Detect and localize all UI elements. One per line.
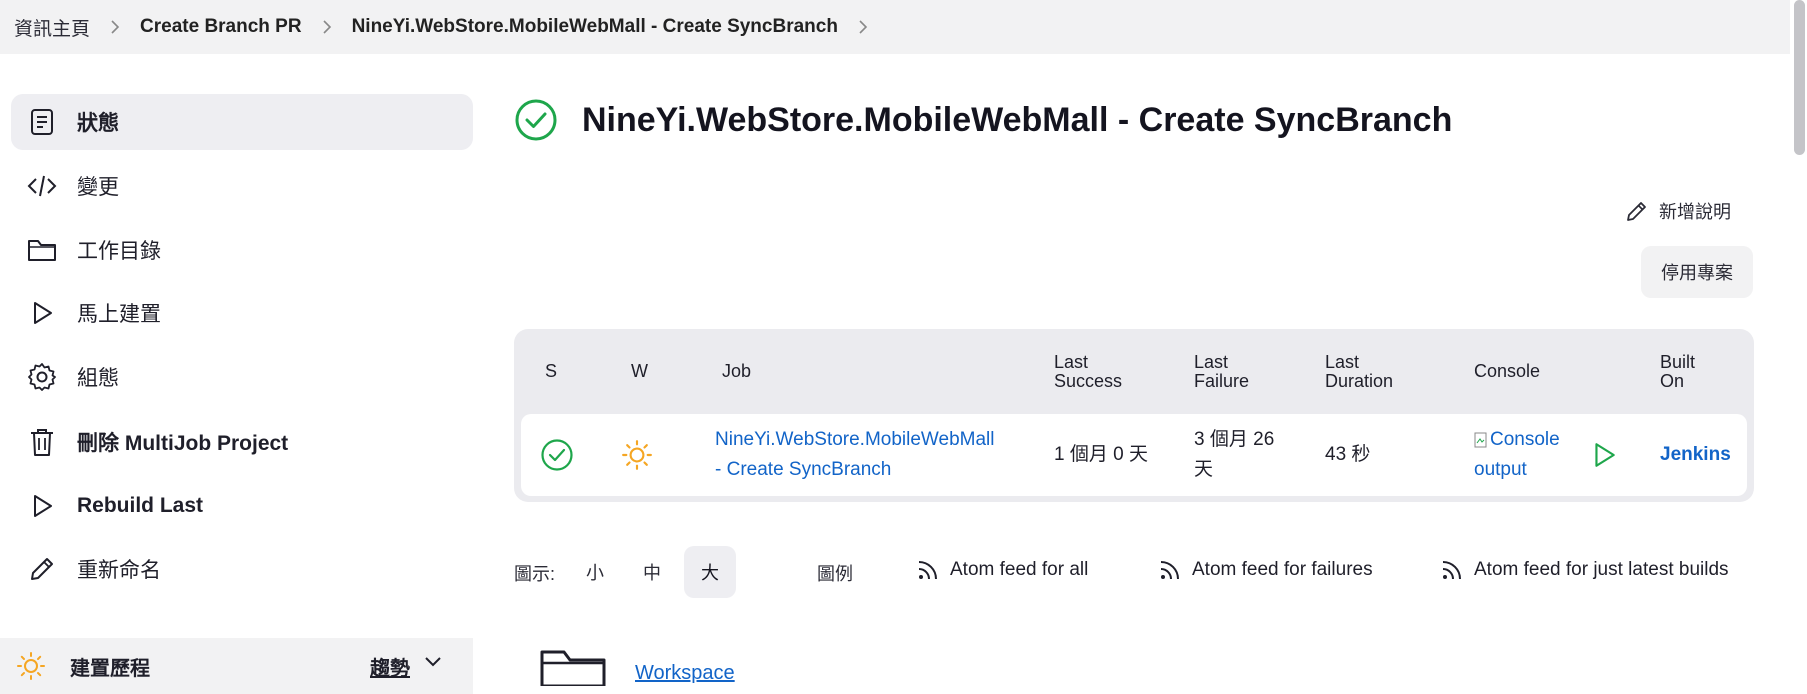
icon-size-medium[interactable]: 中 (626, 546, 678, 598)
page-title-container: NineYi.WebStore.MobileWebMall - Create S… (514, 98, 1452, 142)
header-text: Built (1660, 352, 1696, 372)
sidebar-item-configure[interactable]: 組態 (11, 349, 473, 405)
table-row: NineYi.WebStore.MobileWebMall - Create S… (521, 414, 1747, 496)
header-text: Success (1054, 371, 1123, 391)
gear-icon (26, 361, 58, 393)
breadcrumb-dashboard[interactable]: 資訊主頁 (14, 14, 90, 41)
trend-link[interactable]: 趨勢 (370, 652, 410, 681)
feed-label: Atom feed for failures (1192, 559, 1373, 580)
header-text: Failure (1194, 371, 1250, 391)
job-link-line: - Create SyncBranch (715, 459, 892, 480)
header-job[interactable]: Job (722, 362, 751, 381)
scrollbar-thumb[interactable] (1794, 0, 1805, 155)
sidebar-item-label: 重新命名 (77, 559, 161, 582)
sun-icon (16, 651, 46, 681)
breadcrumb-current-job[interactable]: NineYi.WebStore.MobileWebMall - Create S… (352, 16, 838, 38)
console-alt-line: Console (1474, 425, 1560, 455)
sidebar-item-label: 馬上建置 (77, 303, 161, 326)
sidebar-item-label: Rebuild Last (77, 494, 204, 517)
header-text: On (1660, 371, 1685, 391)
rss-icon (1440, 558, 1464, 582)
header-text: Last (1194, 352, 1229, 372)
pencil-icon (26, 553, 58, 585)
success-check-icon (514, 98, 558, 142)
folder-icon (538, 646, 608, 686)
rss-icon (916, 558, 940, 582)
last-failure-line: 3 個月 26 (1194, 429, 1275, 450)
sidebar-item-workspace[interactable]: 工作目錄 (11, 222, 473, 278)
play-icon (26, 490, 58, 522)
last-failure-line: 天 (1194, 459, 1214, 480)
built-on-link[interactable]: Jenkins (1660, 440, 1731, 470)
icon-size-small[interactable]: 小 (569, 546, 621, 598)
trash-icon (26, 426, 58, 458)
last-failure-value: 3 個月 26 天 (1194, 425, 1274, 485)
add-description-label: 新增說明 (1659, 202, 1731, 222)
job-link-line: NineYi.WebStore.MobileWebMall (715, 429, 995, 450)
job-link[interactable]: NineYi.WebStore.MobileWebMall - Create S… (715, 425, 995, 485)
workspace-link[interactable]: Workspace (635, 662, 735, 685)
code-icon (26, 170, 58, 202)
header-last-duration[interactable]: Last Duration (1325, 353, 1393, 391)
status-document-icon (26, 106, 58, 138)
vertical-scrollbar[interactable] (1790, 0, 1807, 680)
header-text: Duration (1325, 371, 1394, 391)
sun-icon (621, 439, 653, 471)
sidebar: 狀態 變更 工作目錄 馬上建置 組態 刪除 MultiJob Project R… (0, 54, 484, 680)
sidebar-item-delete-project[interactable]: 刪除 MultiJob Project (11, 414, 473, 470)
chevron-down-icon[interactable] (424, 656, 442, 668)
sidebar-item-label: 狀態 (77, 112, 119, 135)
build-history-panel: 建置歷程 趨勢 (0, 638, 473, 694)
header-built-on[interactable]: Built On (1660, 353, 1695, 391)
disable-project-button[interactable]: 停用專案 (1641, 246, 1753, 298)
sidebar-item-changes[interactable]: 變更 (11, 158, 473, 214)
last-duration-value: 43 秒 (1325, 444, 1371, 465)
icon-size-label: 圖示: (514, 564, 556, 584)
add-description-link[interactable]: 新增說明 (1625, 198, 1731, 224)
header-text: Last (1054, 352, 1089, 372)
sidebar-item-status[interactable]: 狀態 (11, 94, 473, 150)
play-icon (26, 297, 58, 329)
broken-image-icon (1474, 432, 1488, 448)
page-title: NineYi.WebStore.MobileWebMall - Create S… (582, 100, 1453, 139)
atom-feed-all-link[interactable]: Atom feed for all (916, 558, 1088, 582)
atom-feed-latest-link[interactable]: Atom feed for just latest builds (1440, 558, 1729, 582)
breadcrumb: 資訊主頁 Create Branch PR NineYi.WebStore.Mo… (0, 0, 1790, 54)
chevron-right-icon (90, 19, 140, 35)
breadcrumb-create-branch-pr[interactable]: Create Branch PR (140, 16, 302, 38)
header-console: Console (1474, 361, 1541, 381)
icon-size-large[interactable]: 大 (684, 546, 736, 598)
play-console-icon[interactable] (1591, 441, 1617, 469)
console-alt-line: output (1474, 459, 1527, 480)
folder-icon (26, 234, 58, 266)
feed-label: Atom feed for just latest builds (1474, 559, 1729, 580)
sidebar-item-rebuild-last[interactable]: Rebuild Last (11, 478, 473, 534)
last-success-value: 1 個月 0 天 (1054, 444, 1148, 465)
console-output-link[interactable]: Console output (1474, 425, 1560, 485)
header-weather[interactable]: W (631, 362, 648, 381)
chevron-right-icon[interactable] (838, 19, 888, 35)
sidebar-item-label: 組態 (77, 367, 119, 390)
header-last-failure[interactable]: Last Failure (1194, 353, 1249, 391)
atom-feed-failures-link[interactable]: Atom feed for failures (1158, 558, 1373, 582)
sidebar-item-build-now[interactable]: 馬上建置 (11, 285, 473, 341)
header-text: Last (1325, 352, 1360, 372)
header-last-success[interactable]: Last Success (1054, 353, 1122, 391)
sidebar-item-label: 變更 (77, 176, 119, 199)
success-check-icon (540, 438, 574, 472)
header-status[interactable]: S (545, 362, 557, 381)
rss-icon (1158, 558, 1182, 582)
sidebar-item-label: 刪除 MultiJob Project (77, 432, 289, 455)
console-alt-text: Console (1490, 429, 1560, 450)
sidebar-item-label: 工作目錄 (77, 240, 161, 263)
job-table: S W Job Last Success Last Failure Last D… (514, 329, 1754, 502)
pencil-icon (1625, 199, 1649, 223)
sidebar-item-rename[interactable]: 重新命名 (11, 541, 473, 597)
icon-size-options: 圖示: 小 中 大 圖例 Atom feed for all Atom feed… (514, 546, 1774, 598)
feed-label: Atom feed for all (950, 559, 1089, 580)
legend-link[interactable]: 圖例 (817, 560, 853, 586)
chevron-right-icon (302, 19, 352, 35)
build-history-title: 建置歷程 (70, 657, 150, 680)
